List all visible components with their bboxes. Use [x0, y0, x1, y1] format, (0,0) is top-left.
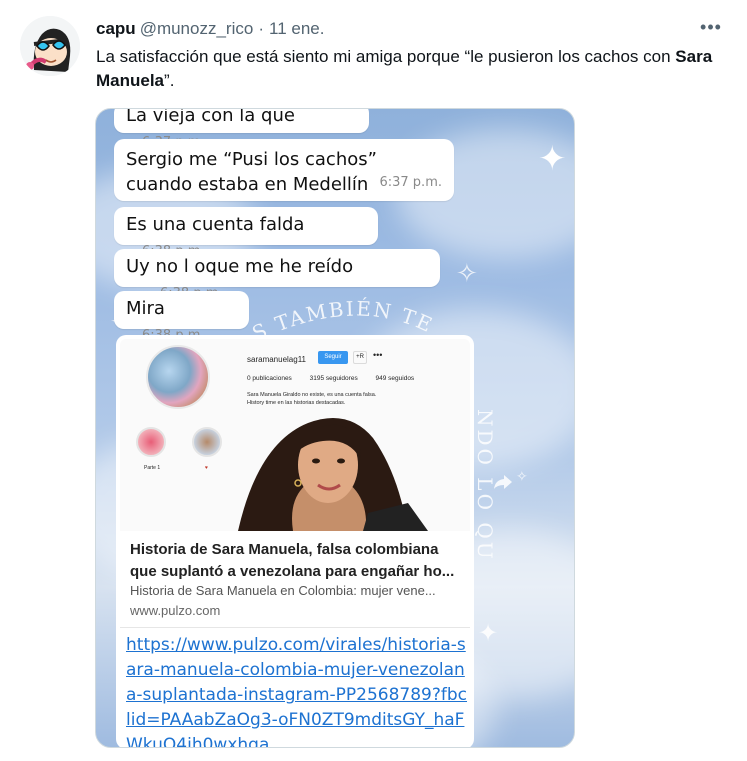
link-card-title-text: Historia de Sara Manuela, falsa colombia…	[130, 541, 455, 580]
sparkle-icon: ✦	[538, 139, 567, 179]
ig-highlight	[136, 427, 166, 457]
chat-bubble: Uy no l oque me he reído 6:38 p.m.	[114, 249, 440, 301]
tweet-text-part2: ”.	[164, 71, 175, 90]
ig-add-button: +R	[353, 351, 367, 364]
tweet-text-part1: La satisfacción que está siento mi amiga…	[96, 47, 676, 66]
more-options-icon[interactable]: •••	[699, 16, 723, 38]
separator-dot: ·	[258, 19, 264, 38]
profile-photo-image	[238, 418, 428, 531]
author-handle[interactable]: @munozz_rico	[140, 19, 254, 39]
ig-posts: 0 publicaciones	[247, 375, 292, 382]
divider	[120, 627, 470, 628]
share-arrow-icon	[494, 475, 512, 489]
link-preview-card[interactable]: saramanuelag11 Seguir +R ••• 0 publicaci…	[116, 335, 474, 747]
chat-message-text: Es una cuenta falda	[126, 214, 305, 235]
tweet-header: capu @munozz_rico · 11 ene. •••	[96, 16, 727, 40]
chat-bubble: Sergio me “Pusi los cachos” cuando estab…	[114, 139, 454, 201]
tweet-text: La satisfacción que está siento mi amiga…	[96, 45, 726, 93]
link-card-domain: www.pulzo.com	[130, 603, 221, 618]
ig-profile-picture	[146, 345, 210, 409]
instagram-profile-preview: saramanuelag11 Seguir +R ••• 0 publicaci…	[120, 339, 470, 531]
ig-followers: 3195 seguidores	[309, 375, 358, 382]
avatar[interactable]	[20, 16, 80, 76]
author-name[interactable]: capu	[96, 19, 136, 39]
ig-more-icon: •••	[373, 350, 383, 360]
chat-message-time: 6:37 p.m.	[379, 175, 442, 190]
tweet-date[interactable]: 11 ene.	[269, 19, 324, 39]
link-card-title[interactable]: Historia de Sara Manuela, falsa colombia…	[130, 539, 462, 583]
avatar-cartoon-icon	[20, 16, 80, 76]
sparkle-icon: ✧	[516, 469, 528, 485]
tweet[interactable]: capu @munozz_rico · 11 ene. ••• La satis…	[0, 0, 747, 761]
ig-highlight-label: Parte 1	[144, 465, 161, 471]
ig-username: saramanuelag11	[247, 355, 307, 364]
chat-link[interactable]: https://www.pulzo.com/virales/historia-s…	[126, 633, 471, 747]
sparkle-icon: ✦	[478, 619, 499, 647]
chat-message-text: La vieja con la que	[126, 108, 295, 126]
ig-bio-line: Sara Manuela Giraldo no existe, es una c…	[247, 392, 377, 398]
tweet-media-image[interactable]: ✦ ✧ ✦ ✦ ✧ S TAMBIÉN TE ESTA NDO LO QU La…	[95, 108, 575, 748]
chat-message-text: Mira	[126, 298, 165, 319]
chat-message-text: Uy no l oque me he reído	[126, 256, 354, 277]
link-card-description: Historia de Sara Manuela en Colombia: mu…	[130, 583, 436, 598]
chat-bubble: La vieja con la que 6:37 p.m.	[114, 108, 369, 150]
ig-follow-button: Seguir	[318, 351, 348, 364]
sparkle-icon: ✧	[456, 259, 478, 289]
chat-bubble: Es una cuenta falda 6:38 p.m.	[114, 207, 378, 259]
chat-bubble: Mira 6:38 p.m.	[114, 291, 249, 343]
ig-stats: 0 publicaciones 3195 seguidores 949 segu…	[247, 375, 430, 382]
ig-following: 949 seguidos	[375, 375, 415, 382]
